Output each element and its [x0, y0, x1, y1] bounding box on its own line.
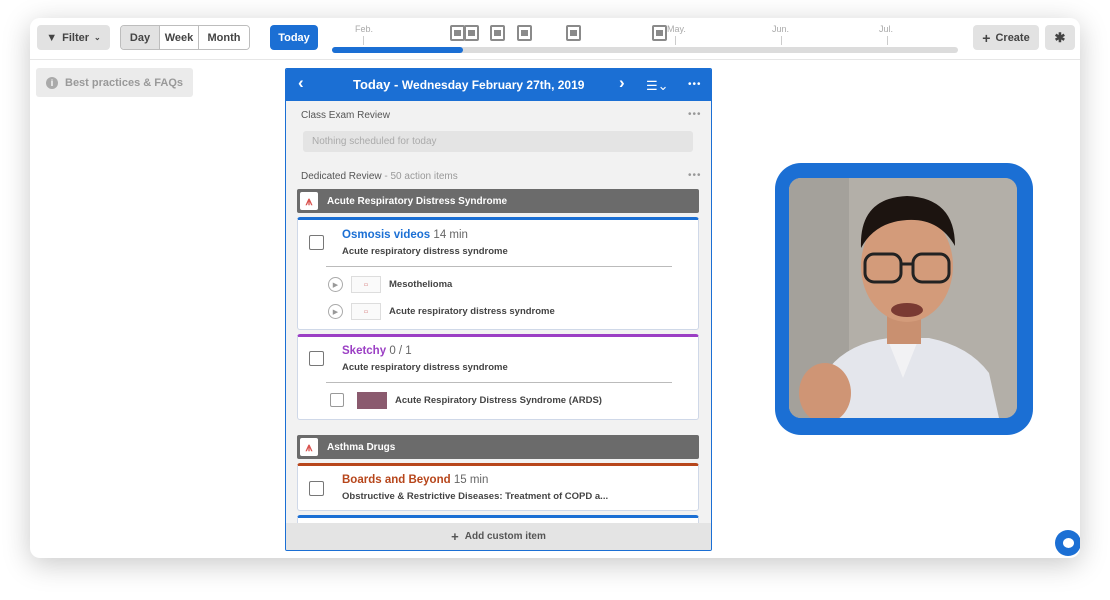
play-icon[interactable]: ▶ — [328, 304, 343, 319]
month-label: Jul. — [879, 24, 894, 34]
sketchy-source[interactable]: Sketchy — [342, 345, 386, 357]
panel-title: Today - Wednesday February 27th, 2019 — [353, 77, 584, 92]
class-exam-label: Class Exam Review — [301, 110, 390, 121]
boards-checkbox[interactable] — [309, 481, 324, 496]
presenter-photo — [789, 178, 1017, 418]
settings-button[interactable]: ✱ — [1045, 25, 1075, 50]
sketchy-item-title[interactable]: Acute Respiratory Distress Syndrome (ARD… — [395, 395, 602, 406]
topic-title: Acute Respiratory Distress Syndrome — [327, 195, 508, 207]
create-label: Create — [995, 31, 1030, 44]
filter-button[interactable]: ▼ Filter ⌄ — [37, 25, 110, 50]
boards-card: Boards and Beyond 15 min Obstructive & R… — [297, 463, 699, 511]
top-toolbar: ▼ Filter ⌄ Day Week Month Today Feb. May… — [30, 18, 1080, 60]
day-panel: ‹ Today - Wednesday February 27th, 2019 … — [285, 68, 712, 551]
sketchy-card: Sketchy 0 / 1 Acute respiratory distress… — [297, 334, 699, 420]
gear-icon: ✱ — [1054, 29, 1066, 45]
panel-title-date: Wednesday February 27th, 2019 — [401, 78, 585, 92]
month-label: Jun. — [772, 24, 790, 34]
osmosis-title[interactable]: Osmosis videos 14 min — [342, 229, 468, 241]
topic-bar[interactable]: ⩚ Asthma Drugs — [297, 435, 699, 459]
video-thumbnail[interactable]: ▭ — [351, 303, 381, 320]
osmosis-subtitle: Acute respiratory distress syndrome — [342, 246, 508, 257]
create-button[interactable]: + Create — [973, 25, 1039, 50]
chat-bubble-icon — [1062, 538, 1074, 548]
chat-button[interactable] — [1055, 530, 1080, 556]
sketchy-checkbox[interactable] — [309, 351, 324, 366]
list-view-icon[interactable]: ☰⌄ — [646, 78, 669, 94]
timeline-progress — [332, 47, 464, 53]
webcam-video — [789, 178, 1017, 418]
title-separator: - — [393, 77, 402, 92]
today-button[interactable]: Today — [270, 25, 318, 50]
lungs-icon: ⩚ — [300, 192, 318, 210]
view-week-button[interactable]: Week — [160, 26, 199, 49]
boards-subtitle: Obstructive & Restrictive Diseases: Trea… — [342, 491, 609, 502]
video-title[interactable]: Mesothelioma — [389, 279, 452, 290]
next-day-arrow-icon[interactable]: › — [619, 73, 625, 93]
topic-bar[interactable]: ⩚ Acute Respiratory Distress Syndrome — [297, 189, 699, 213]
osmosis-card: Osmosis videos 14 min Acute respiratory … — [297, 217, 699, 330]
sketchy-item-checkbox[interactable] — [330, 393, 344, 407]
video-title[interactable]: Acute respiratory distress syndrome — [389, 306, 555, 317]
month-tick — [675, 36, 676, 45]
boards-title[interactable]: Boards and Beyond 15 min — [342, 474, 488, 486]
calendar-icon[interactable] — [490, 25, 505, 41]
calendar-icon[interactable] — [566, 25, 581, 41]
lungs-icon: ⩚ — [300, 438, 318, 456]
boards-duration: 15 min — [453, 474, 489, 486]
chevron-down-icon: ⌄ — [94, 33, 101, 42]
video-thumbnail[interactable]: ▭ — [351, 276, 381, 293]
plus-icon: + — [451, 529, 459, 544]
calendar-icon[interactable] — [652, 25, 667, 41]
month-tick — [887, 36, 888, 45]
timeline-track[interactable] — [332, 47, 958, 53]
topic-title: Asthma Drugs — [327, 441, 396, 453]
divider — [326, 266, 672, 267]
more-options-icon[interactable]: ••• — [688, 109, 702, 120]
sketchy-count: 0 / 1 — [389, 345, 412, 357]
add-custom-label: Add custom item — [464, 531, 546, 542]
month-label: Feb. — [355, 24, 374, 34]
more-options-icon[interactable]: ••• — [688, 170, 702, 181]
sketchy-subtitle: Acute respiratory distress syndrome — [342, 362, 508, 373]
best-practices-button[interactable]: i Best practices & FAQs — [36, 68, 193, 97]
more-options-icon[interactable]: ••• — [688, 79, 702, 90]
osmosis-source[interactable]: Osmosis videos — [342, 229, 430, 241]
webcam-overlay — [775, 163, 1033, 435]
osmosis-duration: 14 min — [433, 229, 468, 241]
filter-label: Filter — [62, 31, 90, 44]
filter-icon: ▼ — [46, 31, 58, 44]
boards-source[interactable]: Boards and Beyond — [342, 474, 451, 486]
action-items-count: - 50 action items — [384, 171, 458, 182]
add-custom-item-button[interactable]: + Add custom item — [286, 523, 711, 550]
divider — [326, 382, 672, 383]
app-window: ▼ Filter ⌄ Day Week Month Today Feb. May… — [30, 18, 1080, 558]
play-icon[interactable]: ▶ — [328, 277, 343, 292]
month-label: May. — [667, 24, 686, 34]
view-switcher: Day Week Month — [120, 25, 250, 50]
empty-state: Nothing scheduled for today — [303, 131, 693, 152]
dedicated-review-title: Dedicated Review — [301, 171, 382, 182]
sketchy-thumbnail[interactable] — [357, 392, 387, 409]
month-tick — [781, 36, 782, 45]
view-month-button[interactable]: Month — [199, 26, 249, 49]
panel-header: ‹ Today - Wednesday February 27th, 2019 … — [286, 69, 711, 101]
calendar-icon[interactable] — [517, 25, 532, 41]
calendar-icon[interactable] — [464, 25, 479, 41]
dedicated-review-label: Dedicated Review - 50 action items — [301, 171, 458, 182]
info-icon: i — [46, 76, 58, 89]
prev-day-arrow-icon[interactable]: ‹ — [298, 73, 304, 93]
osmosis-checkbox[interactable] — [309, 235, 324, 250]
timeline[interactable]: Feb. May. Jun. Jul. — [332, 18, 960, 60]
calendar-icon[interactable] — [450, 25, 465, 41]
panel-title-prefix: Today — [353, 77, 391, 92]
plus-icon: + — [982, 29, 991, 46]
view-day-button[interactable]: Day — [121, 26, 160, 49]
month-tick — [363, 36, 364, 45]
best-practices-label: Best practices & FAQs — [65, 76, 183, 89]
sketchy-title[interactable]: Sketchy 0 / 1 — [342, 345, 412, 357]
